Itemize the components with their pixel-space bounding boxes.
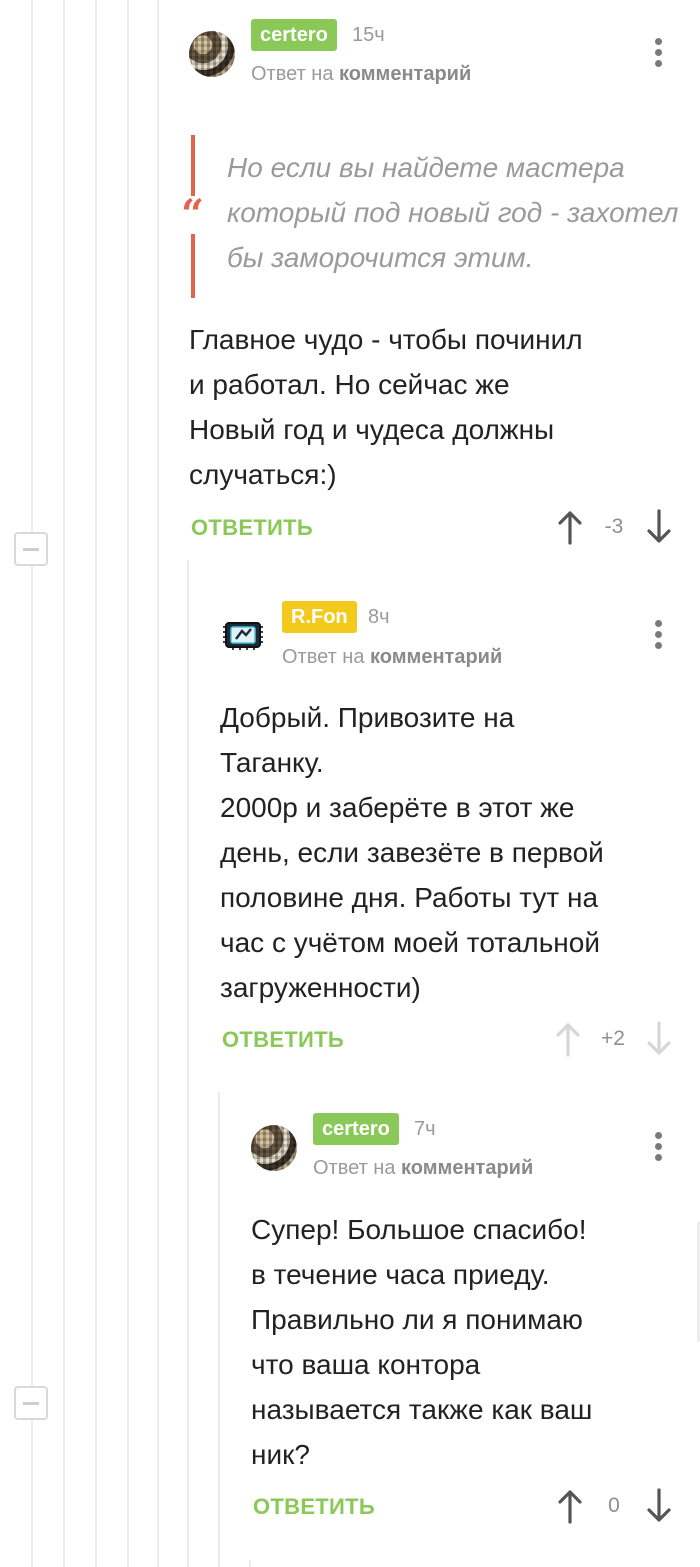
quote-text: Но если вы найдете мастера который под н… bbox=[227, 152, 679, 273]
chip-logo-icon bbox=[223, 622, 263, 650]
arrow-down-icon[interactable] bbox=[646, 1021, 672, 1057]
comment-indent-line bbox=[218, 1092, 220, 1567]
thread-line bbox=[95, 0, 97, 1567]
arrow-up-icon[interactable] bbox=[557, 1488, 583, 1524]
reply-button[interactable]: ОТВЕТИТЬ bbox=[253, 1494, 375, 1520]
author-badge[interactable]: certero bbox=[251, 19, 337, 51]
vote-score: +2 bbox=[601, 1027, 625, 1050]
reply-to-line: Ответ на комментарий bbox=[313, 1157, 533, 1180]
vote-score: -3 bbox=[604, 515, 624, 538]
reply-prefix: Ответ на bbox=[282, 646, 365, 668]
arrow-down-icon[interactable] bbox=[646, 1488, 672, 1524]
reply-target-link[interactable]: комментарий bbox=[370, 646, 502, 668]
reply-target-link[interactable]: комментарий bbox=[339, 63, 471, 85]
comment-time: 15ч bbox=[352, 24, 385, 46]
reply-to-line: Ответ на комментарий bbox=[251, 63, 471, 86]
avatar[interactable] bbox=[251, 1125, 297, 1171]
reply-target-link[interactable]: комментарий bbox=[401, 1157, 533, 1179]
vertical-dots-icon[interactable] bbox=[653, 620, 663, 650]
vote-score: 0 bbox=[608, 1494, 620, 1517]
reply-button[interactable]: ОТВЕТИТЬ bbox=[191, 515, 313, 541]
arrow-up-icon[interactable] bbox=[557, 509, 583, 545]
comment-time: 7ч bbox=[414, 1118, 436, 1140]
quote-mark-icon: “ bbox=[181, 191, 205, 238]
comment-indent-line bbox=[187, 560, 189, 1567]
avatar[interactable] bbox=[220, 612, 266, 658]
reply-prefix: Ответ на bbox=[313, 1157, 396, 1179]
reply-button[interactable]: ОТВЕТИТЬ bbox=[222, 1027, 344, 1053]
arrow-up-icon[interactable] bbox=[555, 1021, 581, 1057]
comment-text: Супер! Большое спасибо! в течение часа п… bbox=[251, 1214, 593, 1470]
thread-line bbox=[157, 0, 159, 1567]
comment-text: Добрый. Привозите на Таганку. 2000р и за… bbox=[220, 702, 604, 1003]
thread-line bbox=[31, 0, 33, 1567]
thread-line bbox=[63, 0, 65, 1567]
comment-text: Главное чудо - чтобы починил и работал. … bbox=[189, 324, 583, 490]
thread-line bbox=[127, 0, 129, 1567]
vertical-dots-icon[interactable] bbox=[653, 38, 663, 68]
collapse-thread-button[interactable] bbox=[14, 1386, 48, 1420]
author-badge[interactable]: certero bbox=[313, 1113, 399, 1145]
reply-to-line: Ответ на комментарий bbox=[282, 646, 502, 669]
collapse-thread-button[interactable] bbox=[14, 532, 48, 566]
author-badge[interactable]: R.Fon bbox=[282, 601, 357, 633]
avatar[interactable] bbox=[189, 31, 235, 77]
arrow-down-icon[interactable] bbox=[646, 509, 672, 545]
reply-prefix: Ответ на bbox=[251, 63, 334, 85]
comment-indent-line bbox=[249, 1560, 251, 1567]
vertical-dots-icon[interactable] bbox=[653, 1132, 663, 1162]
comment-time: 8ч bbox=[368, 606, 390, 628]
